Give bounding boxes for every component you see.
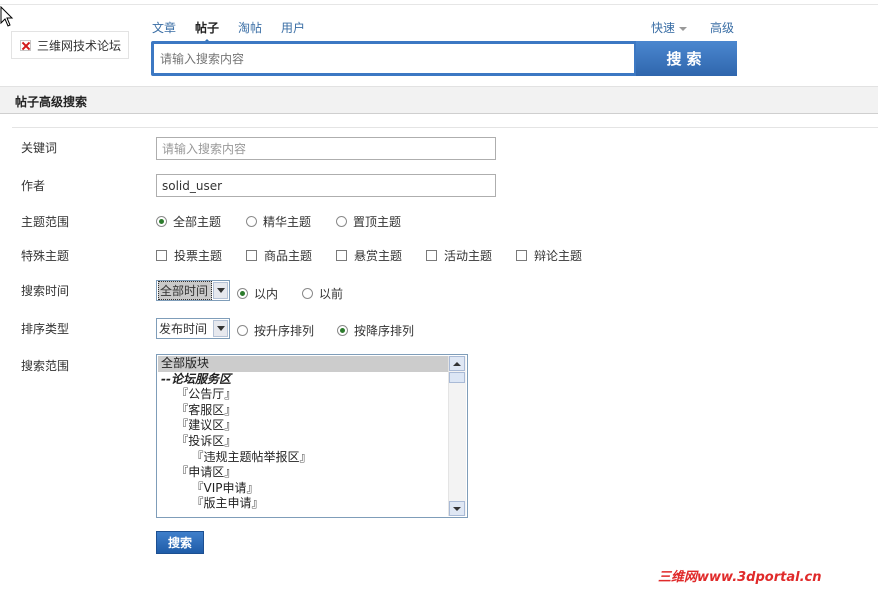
advanced-search-link[interactable]: 高级 [710,19,734,36]
topic-scope-sticky-radio[interactable]: 置顶主题 [336,213,401,230]
sort-field-select[interactable]: 发布时间 [156,318,230,339]
keyword-input[interactable] [156,137,496,160]
radio-icon [156,216,167,227]
topic-scope-all-radio[interactable]: 全部主题 [156,213,221,230]
section-header: 帖子高级搜索 [0,86,878,114]
broken-image-icon [20,39,31,51]
checkbox-icon [156,250,167,261]
radio-icon [246,216,257,227]
search-time-label: 搜索时间 [21,284,70,298]
radio-icon [302,288,313,299]
chevron-down-icon [679,26,688,31]
special-activity-checkbox[interactable]: 活动主题 [426,247,492,264]
search-time-select[interactable]: 全部时间 [156,280,230,301]
sort-type-label: 排序类型 [21,322,70,336]
radio-icon [336,216,347,227]
list-item[interactable]: 『建议区』 [158,418,450,434]
top-search-button[interactable]: 搜索 [636,41,737,76]
mouse-cursor-icon [0,6,14,27]
option-label: 以前 [319,287,344,301]
select-value: 发布时间 [159,322,208,336]
scroll-down-arrow-icon[interactable] [449,501,465,516]
chevron-down-icon [213,282,228,299]
author-input[interactable] [156,174,496,197]
tab-collections[interactable]: 淘帖 [238,19,262,36]
option-label: 商品主题 [264,249,313,263]
search-scope-label: 搜索范围 [21,359,70,373]
radio-icon [337,325,348,336]
option-label: 精华主题 [263,215,312,229]
search-type-tabs: 文章 帖子 淘帖 用户 [152,19,324,43]
checkbox-icon [426,250,437,261]
list-item[interactable]: 『公告厅』 [158,387,450,403]
section-title: 帖子高级搜索 [15,95,88,109]
option-label: 辩论主题 [534,249,583,263]
tab-threads[interactable]: 帖子 [195,19,219,43]
chevron-down-icon [213,320,228,337]
sort-descending-radio[interactable]: 按降序排列 [337,322,414,339]
list-item[interactable]: --论坛服务区 [158,372,450,388]
listbox-scrollbar[interactable] [448,356,466,516]
quick-label: 快速 [651,21,676,35]
list-item[interactable]: 全部版块 [158,356,450,372]
checkbox-icon [516,250,527,261]
forum-scope-listbox[interactable]: 全部版块 --论坛服务区 『公告厅』 『客服区』 『建议区』 『投诉区』 『违规… [156,354,468,518]
list-item[interactable]: 『客服区』 [158,403,450,419]
option-label: 投票主题 [174,249,223,263]
special-topics-label: 特殊主题 [21,249,70,263]
forum-name: 三维网技术论坛 [37,38,122,53]
listbox-items: 全部版块 --论坛服务区 『公告厅』 『客服区』 『建议区』 『投诉区』 『违规… [158,356,450,512]
tab-articles[interactable]: 文章 [152,19,176,36]
advanced-search-submit-button[interactable]: 搜索 [156,531,204,554]
author-label: 作者 [21,179,46,193]
topic-scope-label: 主题范围 [21,215,70,229]
forum-logo[interactable]: 三维网技术论坛 [11,31,129,59]
list-item[interactable]: 『违规主题帖举报区』 [158,450,450,466]
list-item[interactable]: 『投诉区』 [158,434,450,450]
quick-search-toggle[interactable]: 快速 [651,19,688,36]
radio-icon [237,288,248,299]
checkbox-icon [246,250,257,261]
scroll-up-arrow-icon[interactable] [449,356,465,371]
keyword-label: 关键词 [21,141,58,155]
special-reward-checkbox[interactable]: 悬赏主题 [336,247,402,264]
checkbox-icon [336,250,347,261]
tab-users[interactable]: 用户 [281,19,305,36]
option-label: 活动主题 [444,249,493,263]
top-search-input[interactable] [154,44,634,73]
site-watermark: 三维网www.3dportal.cn [658,570,822,585]
list-item[interactable]: 『版主申请』 [158,496,450,512]
special-debate-checkbox[interactable]: 辩论主题 [516,247,582,264]
top-search-bar: 搜索 [151,41,737,76]
option-label: 悬赏主题 [354,249,403,263]
option-label: 按降序排列 [354,324,415,338]
special-trade-checkbox[interactable]: 商品主题 [246,247,312,264]
time-before-radio[interactable]: 以前 [302,285,343,302]
select-value: 全部时间 [158,281,212,300]
option-label: 按升序排列 [254,324,315,338]
top-divider [0,4,878,5]
scrollbar-thumb[interactable] [449,372,465,383]
form-divider [12,127,878,128]
option-label: 全部主题 [173,215,222,229]
topic-scope-digest-radio[interactable]: 精华主题 [246,213,311,230]
list-item[interactable]: 『申请区』 [158,465,450,481]
radio-icon [237,325,248,336]
option-label: 置顶主题 [353,215,402,229]
sort-ascending-radio[interactable]: 按升序排列 [237,322,314,339]
list-item[interactable]: 『VIP申请』 [158,481,450,497]
special-poll-checkbox[interactable]: 投票主题 [156,247,222,264]
time-within-radio[interactable]: 以内 [237,285,278,302]
option-label: 以内 [254,287,279,301]
